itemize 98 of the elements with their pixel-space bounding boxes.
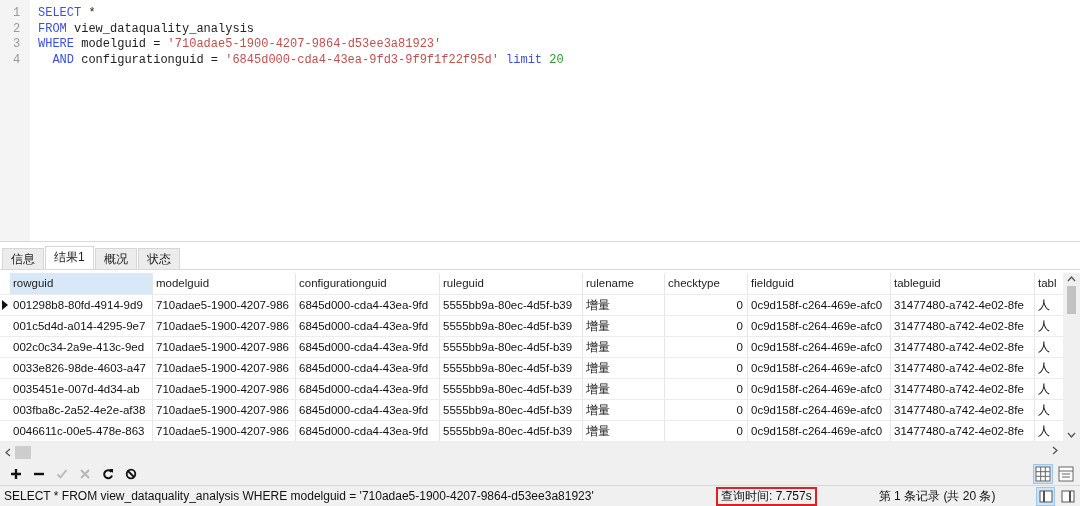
- table-cell: 5555bb9a-80ec-4d5f-b39: [440, 337, 583, 358]
- table-cell: 710adae5-1900-4207-986: [153, 421, 296, 442]
- view-toggle[interactable]: [1033, 464, 1053, 485]
- table-cell: 0c9d158f-c264-469e-afc0: [748, 400, 891, 421]
- record-count: 第 1 条记录 (共 20 条): [878, 487, 996, 505]
- table-cell: 0: [665, 316, 748, 337]
- form-view-icon: [1057, 465, 1075, 484]
- table-cell: 710adae5-1900-4207-986: [153, 295, 296, 316]
- column-header[interactable]: rowguid: [10, 273, 153, 295]
- code-line: AND configurationguid = '6845d000-cda4-43ea-9fd3-9f9f1f22f95d' limit 20: [51, 52, 564, 68]
- table-cell: 增量: [583, 421, 665, 442]
- table-cell: 710adae5-1900-4207-986: [153, 337, 296, 358]
- table-cell: 6845d000-cda4-43ea-9fd: [296, 379, 440, 400]
- view-toggle[interactable]: [1056, 464, 1076, 485]
- close-icon: [78, 467, 91, 480]
- table-cell: 710adae5-1900-4207-986: [153, 400, 296, 421]
- scroll-down-icon: [1067, 432, 1076, 439]
- result-tab[interactable]: 状态: [137, 248, 180, 270]
- sql-statement: SELECT * FROM view_dataquality_analysis WHERE modelguid = '710adae5-1900-4207-9864-d53ee3a81923': [3, 487, 595, 505]
- table-cell: 0c9d158f-c264-469e-afc0: [748, 316, 891, 337]
- panel-toggle[interactable]: [1036, 486, 1055, 506]
- table-cell: 002c0c34-2a9e-413c-9ed: [10, 337, 153, 358]
- table-cell: 0c9d158f-c264-469e-afc0: [748, 337, 891, 358]
- line-number: 1: [12, 6, 22, 22]
- line-number: 3: [12, 37, 22, 53]
- table-cell: 5555bb9a-80ec-4d5f-b39: [440, 400, 583, 421]
- table-cell: 001c5d4d-a014-4295-9e7: [10, 316, 153, 337]
- stop-icon: [124, 467, 137, 480]
- table-cell: 0035451e-007d-4d34-ab: [10, 379, 153, 400]
- table-cell: 0: [665, 358, 748, 379]
- table-cell: 6845d000-cda4-43ea-9fd: [296, 358, 440, 379]
- table-cell: 31477480-a742-4e02-8fe: [891, 400, 1035, 421]
- column-header[interactable]: ruleguid: [440, 273, 583, 295]
- left-panel-icon: [1037, 488, 1054, 505]
- table-cell: 6845d000-cda4-43ea-9fd: [296, 400, 440, 421]
- code-line: SELECT *: [38, 6, 96, 22]
- table-cell: 增量: [583, 400, 665, 421]
- table-cell: 0046611c-00e5-478e-863: [10, 421, 153, 442]
- scrollbar-thumb[interactable]: [15, 445, 31, 459]
- line-number: 2: [12, 21, 22, 37]
- column-header[interactable]: modelguid: [153, 273, 296, 295]
- line-number: 4: [12, 52, 22, 68]
- table-cell: 5555bb9a-80ec-4d5f-b39: [440, 316, 583, 337]
- table-cell: 0c9d158f-c264-469e-afc0: [748, 379, 891, 400]
- table-cell: 0: [665, 337, 748, 358]
- table-cell: 增量: [583, 316, 665, 337]
- table-cell: 0033e826-98de-4603-a47: [10, 358, 153, 379]
- table-cell: 0c9d158f-c264-469e-afc0: [748, 421, 891, 442]
- query-time: 查询时间: 7.757s: [716, 486, 817, 506]
- side-panel-icon: [1059, 488, 1076, 505]
- column-header[interactable]: rulename: [583, 273, 665, 295]
- table-cell: 31477480-a742-4e02-8fe: [891, 316, 1035, 337]
- scrollbar[interactable]: [1063, 273, 1080, 443]
- table-cell: 5555bb9a-80ec-4d5f-b39: [440, 358, 583, 379]
- result-tab[interactable]: 概况: [94, 248, 137, 270]
- table-cell: 003fba8c-2a52-4e2e-af38: [10, 400, 153, 421]
- table-cell: 001298b8-80fd-4914-9d9: [10, 295, 153, 316]
- checkmark-icon: [55, 467, 68, 480]
- table-cell: 31477480-a742-4e02-8fe: [891, 358, 1035, 379]
- table-cell: 31477480-a742-4e02-8fe: [891, 337, 1035, 358]
- table-cell: 0c9d158f-c264-469e-afc0: [748, 295, 891, 316]
- table-cell: 6845d000-cda4-43ea-9fd: [296, 295, 440, 316]
- table-cell: 31477480-a742-4e02-8fe: [891, 295, 1035, 316]
- table-cell: 增量: [583, 379, 665, 400]
- table-cell: 31477480-a742-4e02-8fe: [891, 421, 1035, 442]
- table-cell: 增量: [583, 295, 665, 316]
- table-cell: 710adae5-1900-4207-986: [153, 358, 296, 379]
- table-cell: 31477480-a742-4e02-8fe: [891, 379, 1035, 400]
- grid-view-icon: [1034, 465, 1052, 484]
- table-cell: 710adae5-1900-4207-986: [153, 316, 296, 337]
- scrollbar-thumb[interactable]: [1067, 286, 1076, 315]
- scroll-right-icon: [1052, 446, 1058, 456]
- table-cell: 0c9d158f-c264-469e-afc0: [748, 358, 891, 379]
- column-header[interactable]: tableguid: [891, 273, 1035, 295]
- scroll-up-icon: [1067, 276, 1076, 283]
- table-cell: 6845d000-cda4-43ea-9fd: [296, 337, 440, 358]
- table-cell: 0: [665, 379, 748, 400]
- code-line: FROM view_dataquality_analysis: [38, 21, 255, 37]
- table-cell: 5555bb9a-80ec-4d5f-b39: [440, 421, 583, 442]
- table-cell: 710adae5-1900-4207-986: [153, 379, 296, 400]
- table-cell: 0: [665, 400, 748, 421]
- table-cell: 6845d000-cda4-43ea-9fd: [296, 421, 440, 442]
- table-cell: 5555bb9a-80ec-4d5f-b39: [440, 379, 583, 400]
- table-cell: 5555bb9a-80ec-4d5f-b39: [440, 295, 583, 316]
- table-cell: 6845d000-cda4-43ea-9fd: [296, 316, 440, 337]
- plus-icon: [9, 467, 22, 480]
- code-line: WHERE modelguid = '710adae5-1900-4207-9864-d53ee3a81923': [38, 37, 442, 53]
- result-tab[interactable]: 信息: [2, 248, 44, 270]
- column-header[interactable]: configurationguid: [296, 273, 440, 295]
- column-header[interactable]: checktype: [665, 273, 748, 295]
- table-cell: 增量: [583, 337, 665, 358]
- result-tab[interactable]: 结果1: [45, 246, 94, 270]
- column-header[interactable]: fieldguid: [748, 273, 891, 295]
- refresh-icon: [101, 467, 114, 480]
- table-cell: 0: [665, 421, 748, 442]
- table-cell: 0: [665, 295, 748, 316]
- table-cell: 增量: [583, 358, 665, 379]
- scroll-left-icon: [5, 447, 11, 457]
